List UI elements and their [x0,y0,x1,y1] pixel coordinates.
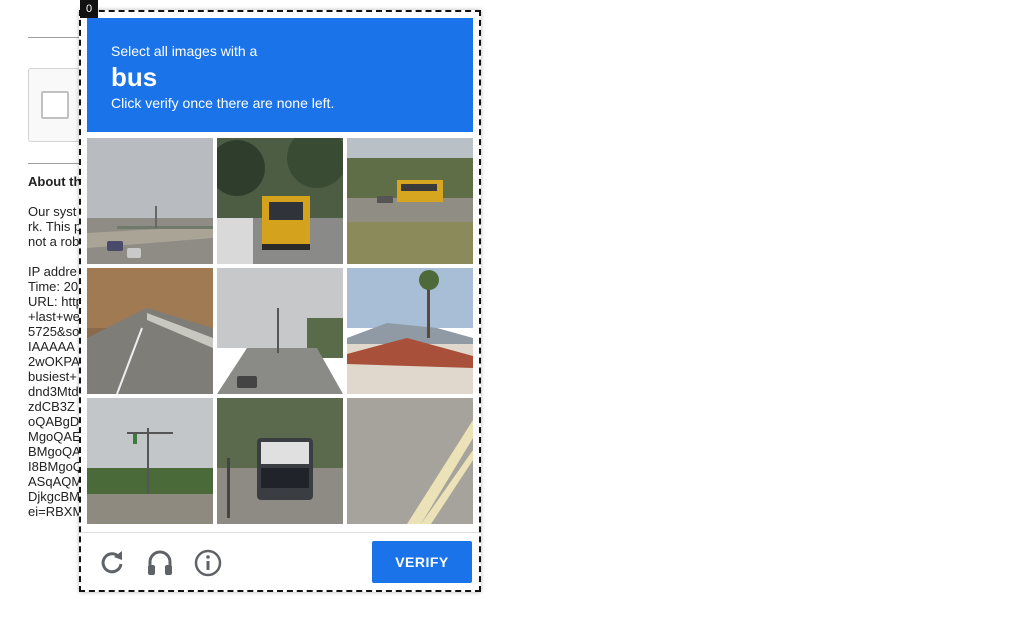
image-grid [87,138,475,526]
corner-badge: 0 [80,0,98,18]
captcha-challenge-dialog: Select all images with a bus Click verif… [79,10,481,592]
challenge-header: Select all images with a bus Click verif… [87,18,473,132]
reload-icon[interactable] [97,548,127,578]
page: About th Our syst rk. This p not a rob IP a… [0,0,1024,629]
target-word: bus [111,62,158,92]
instruction-text: Select all images with a [111,43,258,59]
info-icon[interactable] [193,548,223,578]
audio-headphones-icon[interactable] [145,548,175,578]
image-tile-street-intersection[interactable] [217,268,343,394]
not-a-robot-checkbox[interactable] [41,91,69,119]
image-tile-road-markings[interactable] [347,398,473,524]
image-tile-school-bus-side[interactable] [347,138,473,264]
image-tile-roadside-guardrail[interactable] [87,268,213,394]
image-tile-city-bus-front[interactable] [217,398,343,524]
verify-button[interactable]: VERIFY [372,541,472,583]
image-tile-school-bus-rear[interactable] [217,138,343,264]
footer-divider [81,532,479,533]
image-tile-highway-with-cars[interactable] [87,138,213,264]
image-tile-tile-roof-building[interactable] [347,268,473,394]
instruction-subtext: Click verify once there are none left. [111,95,335,111]
image-tile-traffic-light-road[interactable] [87,398,213,524]
